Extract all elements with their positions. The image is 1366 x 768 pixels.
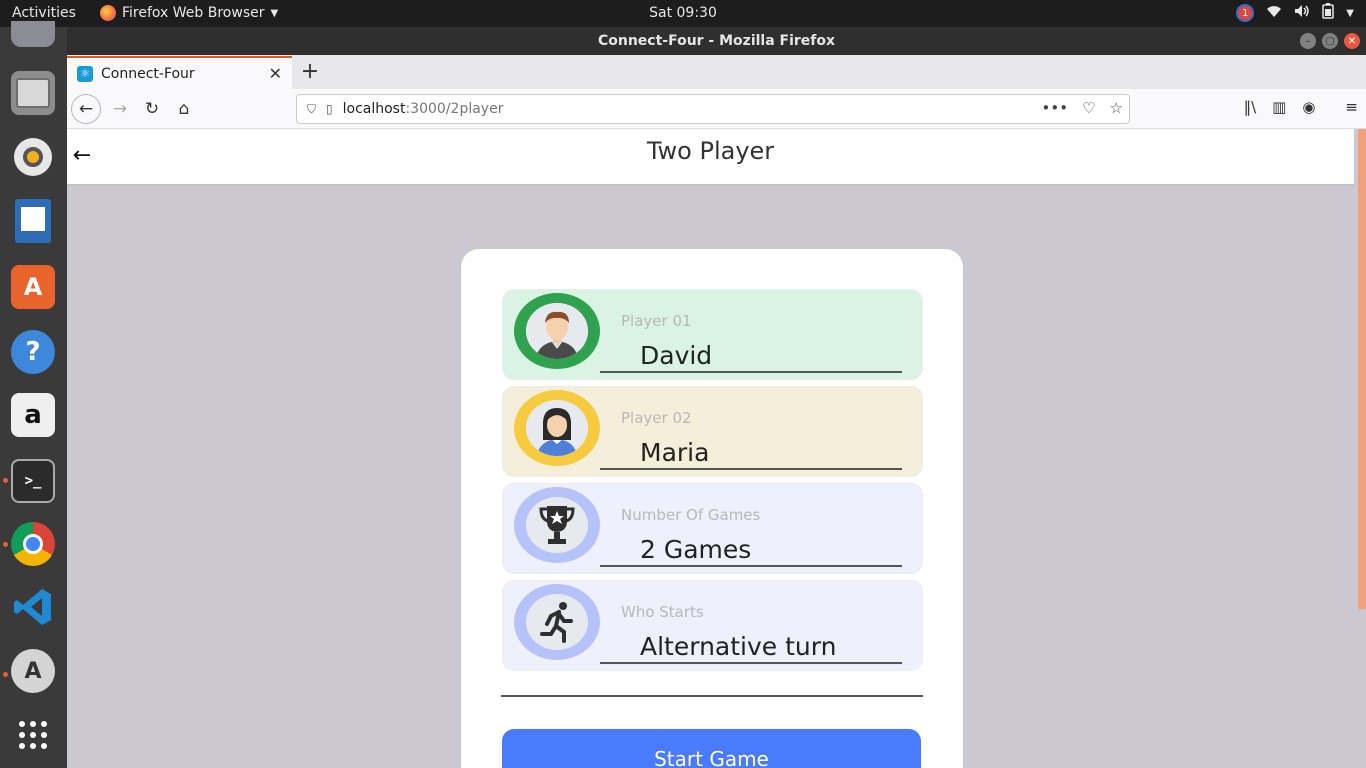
setup-card: Player 01 David Player 02 Maria Number O… bbox=[461, 249, 963, 768]
number-of-games-label: Number Of Games bbox=[621, 506, 761, 524]
running-person-icon bbox=[540, 602, 573, 643]
dock: A ? a >_ A bbox=[0, 21, 67, 768]
library-icon[interactable]: ‖\ bbox=[1244, 98, 1257, 116]
close-window-button[interactable]: ✕ bbox=[1344, 33, 1360, 49]
mail-app-icon[interactable] bbox=[11, 21, 55, 47]
number-of-games-select[interactable]: 2 Games bbox=[600, 534, 902, 567]
player-two-label: Player 02 bbox=[621, 409, 692, 427]
male-avatar-icon bbox=[526, 303, 588, 359]
page-scrollbar[interactable] bbox=[1358, 129, 1366, 609]
files-app-icon[interactable] bbox=[11, 71, 55, 115]
player-two-row: Player 02 Maria bbox=[502, 386, 923, 477]
volume-icon[interactable] bbox=[1294, 4, 1310, 22]
react-favicon-icon: ⚛ bbox=[77, 65, 93, 82]
rhythmbox-app-icon[interactable] bbox=[11, 135, 55, 179]
female-avatar-icon bbox=[526, 400, 588, 456]
wifi-icon[interactable] bbox=[1266, 4, 1282, 22]
tab-label: Connect-Four bbox=[101, 65, 195, 82]
running-indicator bbox=[3, 478, 8, 483]
player-one-row: Player 01 David bbox=[502, 289, 923, 380]
window-title: Connect-Four - Mozilla Firefox bbox=[597, 33, 836, 49]
system-tray[interactable]: 1 ▼ bbox=[1236, 3, 1354, 23]
who-starts-label: Who Starts bbox=[621, 603, 704, 621]
who-starts-row: Who Starts Alternative turn bbox=[502, 580, 923, 671]
sidebar-icon[interactable]: ▥ bbox=[1272, 98, 1286, 116]
start-game-button[interactable]: Start Game bbox=[502, 729, 921, 768]
app-menu[interactable]: Firefox Web Browser ▼ bbox=[100, 5, 278, 21]
new-tab-button[interactable]: + bbox=[298, 59, 322, 84]
player-two-avatar bbox=[514, 390, 600, 466]
player-one-avatar bbox=[514, 293, 600, 369]
activities-button[interactable]: Activities bbox=[12, 5, 76, 21]
hamburger-menu-icon[interactable]: ≡ bbox=[1345, 98, 1358, 116]
ubuntu-software-app-icon[interactable]: A bbox=[11, 265, 55, 309]
number-of-games-row: Number Of Games 2 Games bbox=[502, 483, 923, 574]
page-info-icon[interactable]: ▯ bbox=[326, 102, 333, 116]
terminal-app-icon[interactable]: >_ bbox=[11, 459, 55, 503]
help-app-icon[interactable]: ? bbox=[11, 330, 55, 374]
who-starts-select[interactable]: Alternative turn bbox=[600, 631, 902, 664]
games-avatar bbox=[514, 487, 600, 563]
tab-bar: ⚛ Connect-Four ✕ + bbox=[67, 55, 1366, 89]
url-path: :3000/2player bbox=[405, 101, 504, 117]
caret-down-icon: ▼ bbox=[270, 7, 279, 19]
tracking-protection-shield-icon[interactable]: ⛉ bbox=[307, 102, 316, 117]
app-menu-label: Firefox Web Browser bbox=[122, 5, 265, 21]
page-title: Two Player bbox=[646, 137, 775, 165]
tab-connect-four[interactable]: ⚛ Connect-Four ✕ bbox=[67, 56, 292, 89]
vscode-app-icon[interactable] bbox=[11, 585, 55, 629]
update-notification-badge[interactable]: 1 bbox=[1236, 4, 1255, 22]
running-indicator bbox=[3, 542, 8, 547]
url-bar[interactable]: ⛉ ▯ localhost:3000/2player ••• ♡ ☆ bbox=[296, 94, 1130, 124]
divider bbox=[501, 695, 923, 697]
reload-button[interactable]: ↻ bbox=[137, 94, 167, 124]
system-menu-caret-icon[interactable]: ▼ bbox=[1346, 8, 1354, 19]
show-applications-icon[interactable] bbox=[11, 713, 55, 757]
minimize-button[interactable]: – bbox=[1300, 33, 1316, 49]
player-two-name-input[interactable]: Maria bbox=[600, 437, 902, 470]
web-page: ← Two Player Player 01 David Player 02 M… bbox=[67, 129, 1354, 768]
system-top-bar: Activities Firefox Web Browser ▼ Sat 09:… bbox=[0, 0, 1366, 27]
close-tab-icon[interactable]: ✕ bbox=[269, 64, 282, 83]
pocket-icon[interactable]: ♡ bbox=[1082, 99, 1095, 117]
software-updater-app-icon[interactable]: A bbox=[11, 649, 55, 693]
back-button[interactable]: ← bbox=[71, 94, 101, 124]
chrome-app-icon[interactable] bbox=[11, 522, 55, 566]
player-one-label: Player 01 bbox=[621, 312, 692, 330]
battery-icon[interactable] bbox=[1322, 3, 1335, 23]
who-starts-avatar bbox=[514, 584, 600, 660]
libreoffice-writer-app-icon[interactable] bbox=[11, 199, 55, 243]
player-one-name-input[interactable]: David bbox=[600, 340, 902, 373]
firefox-icon bbox=[100, 5, 116, 21]
amazon-app-icon[interactable]: a bbox=[11, 393, 55, 437]
navigation-toolbar: ← → ↻ ⌂ ⛉ ▯ localhost:3000/2player ••• ♡… bbox=[67, 89, 1366, 129]
url-host: localhost bbox=[342, 101, 406, 117]
forward-button[interactable]: → bbox=[105, 94, 135, 124]
home-button[interactable]: ⌂ bbox=[169, 94, 199, 124]
maximize-button[interactable]: ▢ bbox=[1322, 33, 1338, 49]
app-header: ← Two Player bbox=[67, 129, 1354, 184]
page-actions-icon[interactable]: ••• bbox=[1042, 99, 1069, 117]
trophy-icon bbox=[539, 506, 575, 544]
bookmark-star-icon[interactable]: ☆ bbox=[1110, 99, 1123, 117]
window-title-bar[interactable]: Connect-Four - Mozilla Firefox – ▢ ✕ bbox=[67, 27, 1366, 55]
running-indicator bbox=[3, 672, 8, 677]
account-icon[interactable]: ◉ bbox=[1302, 98, 1315, 116]
